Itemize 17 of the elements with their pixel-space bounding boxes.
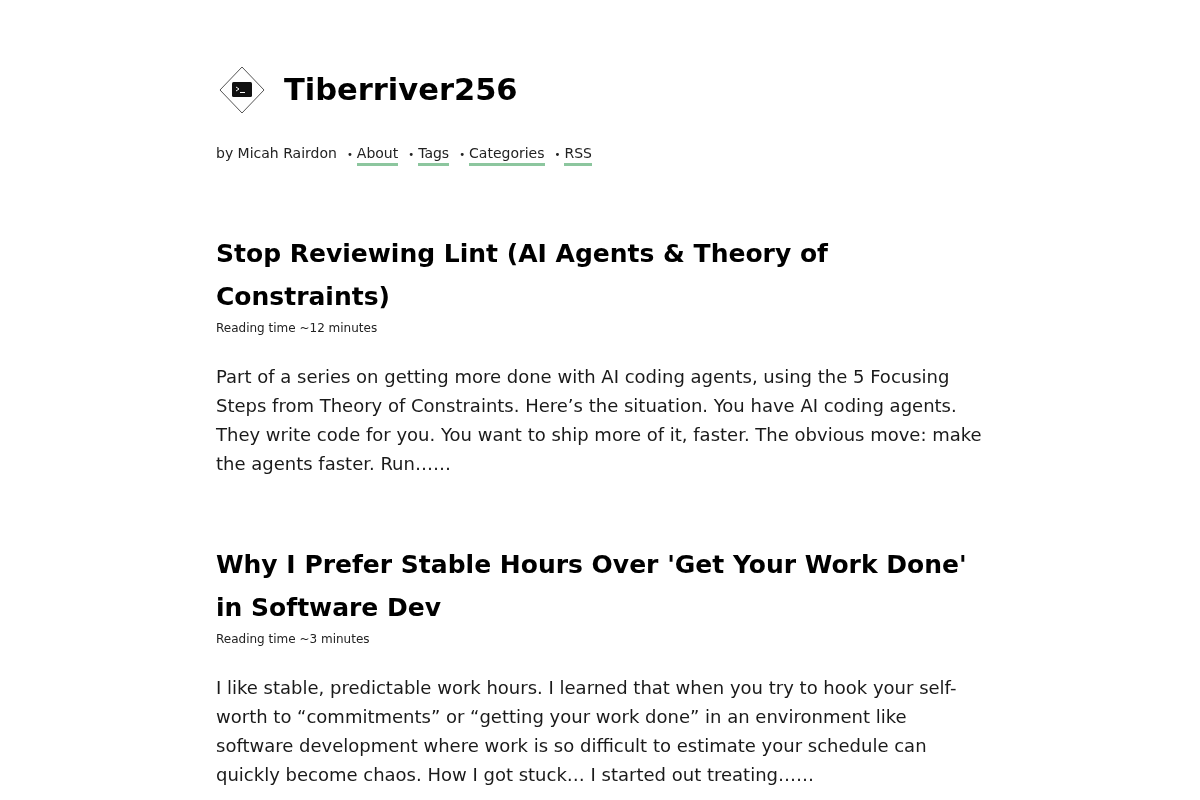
reading-time: Reading time ~12 minutes — [216, 320, 379, 337]
nav-link[interactable]: Categories — [469, 143, 545, 166]
post-title-link[interactable]: Why I Prefer Stable Hours Over 'Get Your Work Done' in Software Dev — [216, 543, 984, 629]
bullet-separator: • — [346, 148, 353, 162]
nav-link[interactable]: RSS — [564, 143, 592, 166]
nav-link[interactable]: Tags — [418, 143, 450, 166]
nav-link[interactable]: About — [356, 143, 399, 166]
terminal-diamond-logo-icon — [218, 66, 266, 114]
bullet-separator: • — [408, 148, 415, 162]
bullet-separator: • — [554, 148, 561, 162]
post-excerpt: I like stable, predictable work hours. I learned that when you try to hook your self-worth to “commitments” or “getting your work done” in an environment like software development where work is so difficult to estimate your schedule can quickly become chaos. How I got stuck… I started out treating…… — [216, 676, 958, 787]
bullet-separator: • — [459, 148, 466, 162]
reading-time: Reading time ~3 minutes — [216, 631, 371, 648]
post-title-link[interactable]: Stop Reviewing Lint (AI Agents & Theory of Constraints) — [216, 232, 984, 318]
author-byline: by Micah Rairdon — [216, 144, 337, 163]
site-title: Tiberriver256 — [284, 71, 518, 109]
post-excerpt: Part of a series on getting more done with AI coding agents, using the 5 Focusing Steps from Theory of Constraints. Here’s the situation. You have AI coding agents. They write code for you. You want to ship more of it, faster. The obvious move: make the agents faster. Run…… — [216, 365, 983, 476]
